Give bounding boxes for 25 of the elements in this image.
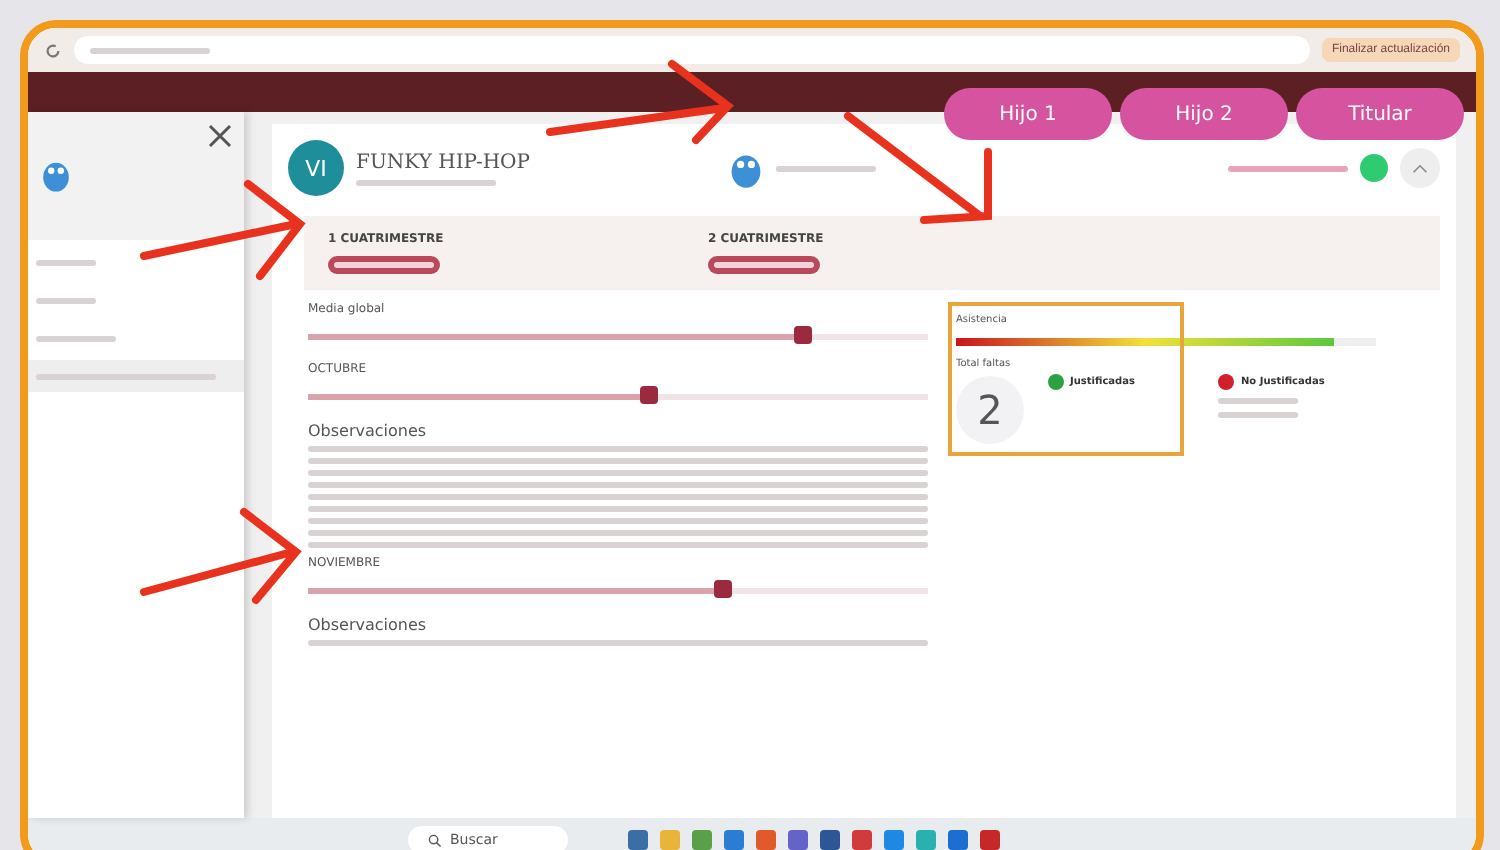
notes-heading: Observaciones (308, 616, 429, 634)
blurred-text (1218, 412, 1299, 418)
grade-slider[interactable] (308, 326, 928, 346)
grade-slider[interactable] (308, 580, 928, 600)
address-bar[interactable] (74, 36, 1310, 64)
notes-heading: Observaciones (308, 422, 429, 440)
profile-button[interactable]: Hijo 1 (944, 88, 1112, 140)
course-avatar: VI (288, 140, 344, 196)
search-icon (428, 833, 442, 847)
blurred-text (776, 165, 876, 171)
close-icon[interactable] (208, 124, 232, 148)
blurred-text (1228, 165, 1348, 171)
grade-slider[interactable] (308, 386, 928, 406)
reload-icon[interactable] (44, 41, 62, 59)
blurred-text (356, 179, 496, 185)
course-title: FUNKY HIP-HOP (356, 151, 532, 173)
status-dot (1360, 154, 1388, 182)
chevron-up-icon (1412, 163, 1428, 173)
profile-button[interactable]: Hijo 2 (1120, 88, 1288, 140)
profile-button[interactable]: Titular (1296, 88, 1464, 140)
absences-count: 2 (956, 376, 1024, 444)
blurred-text (1218, 398, 1299, 404)
term-button[interactable] (708, 256, 820, 274)
collapse-button[interactable] (1400, 148, 1440, 188)
term-button[interactable] (328, 256, 440, 274)
